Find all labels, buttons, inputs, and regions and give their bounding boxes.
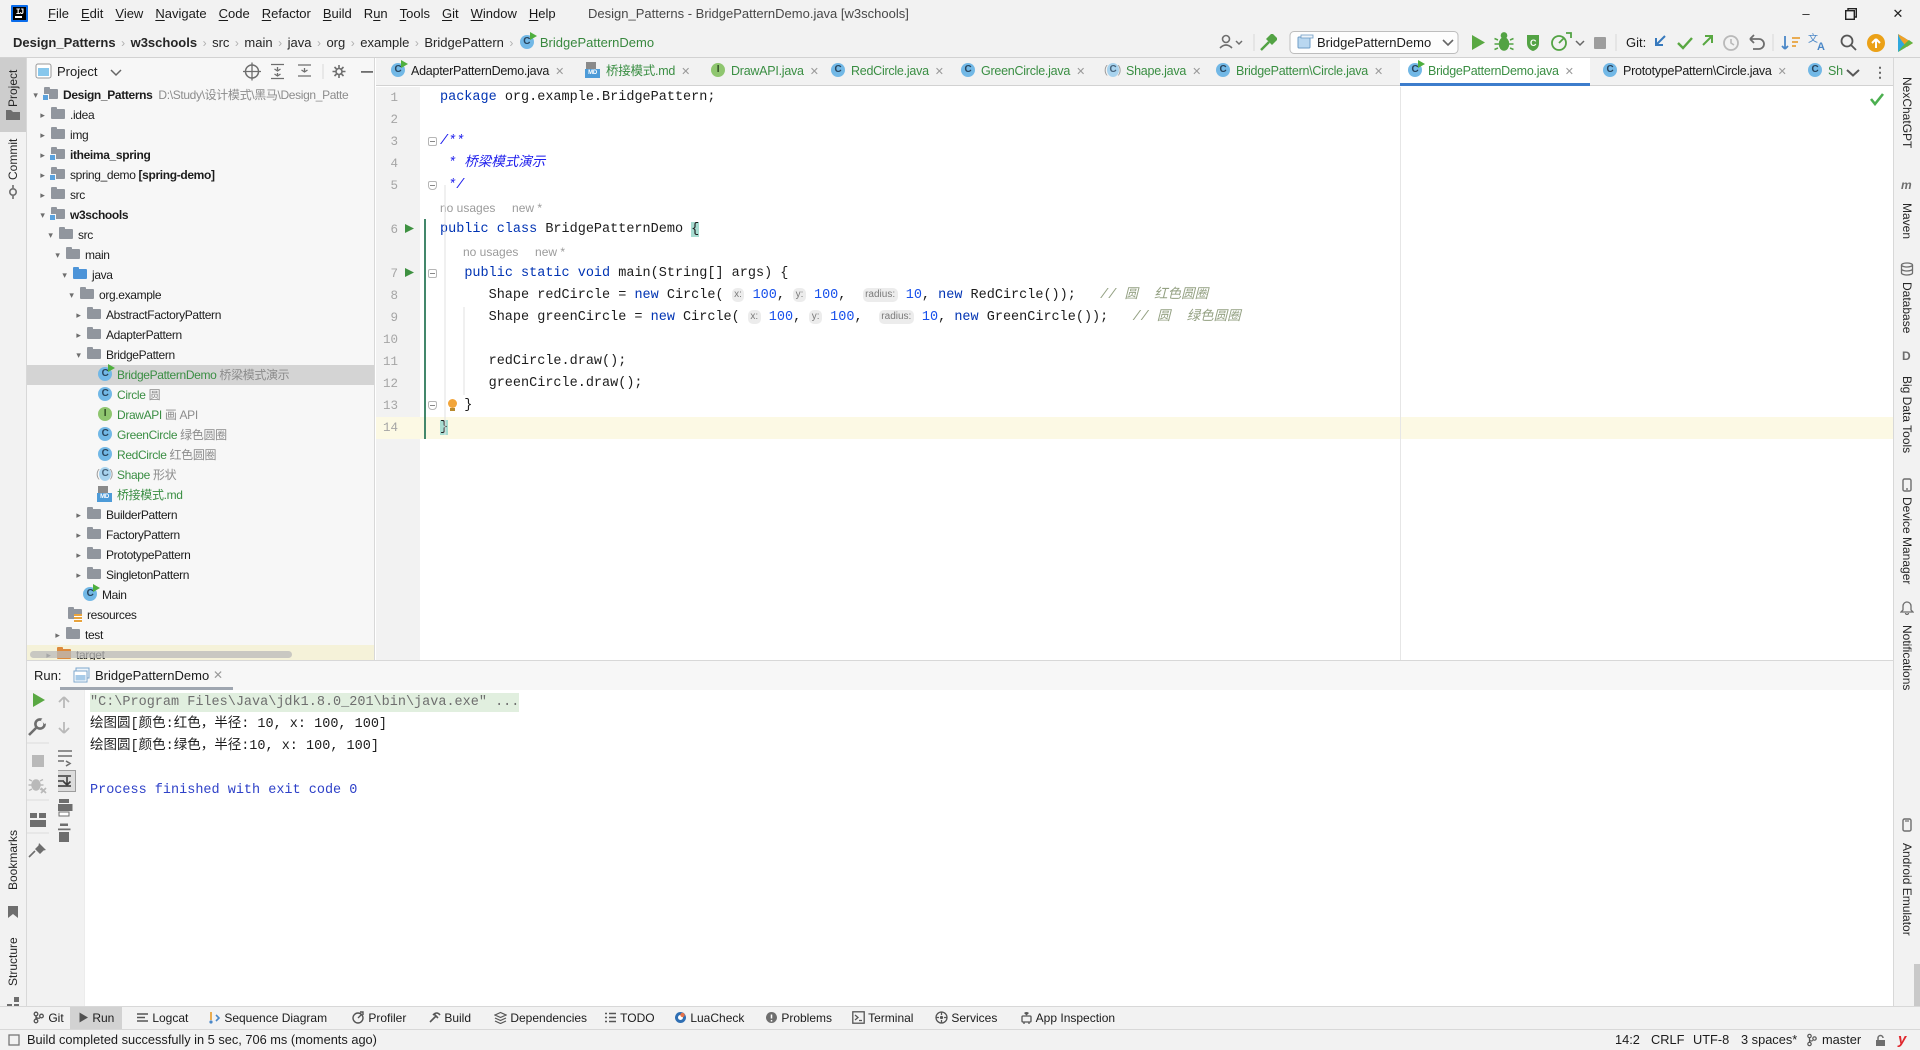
svg-text:BridgePatternDemo: BridgePatternDemo <box>1317 35 1431 50</box>
svg-text:A: A <box>1817 41 1825 53</box>
svg-text:Git:: Git: <box>1626 35 1646 50</box>
svg-text:Project: Project <box>57 64 98 79</box>
svg-text:C: C <box>1530 38 1537 48</box>
